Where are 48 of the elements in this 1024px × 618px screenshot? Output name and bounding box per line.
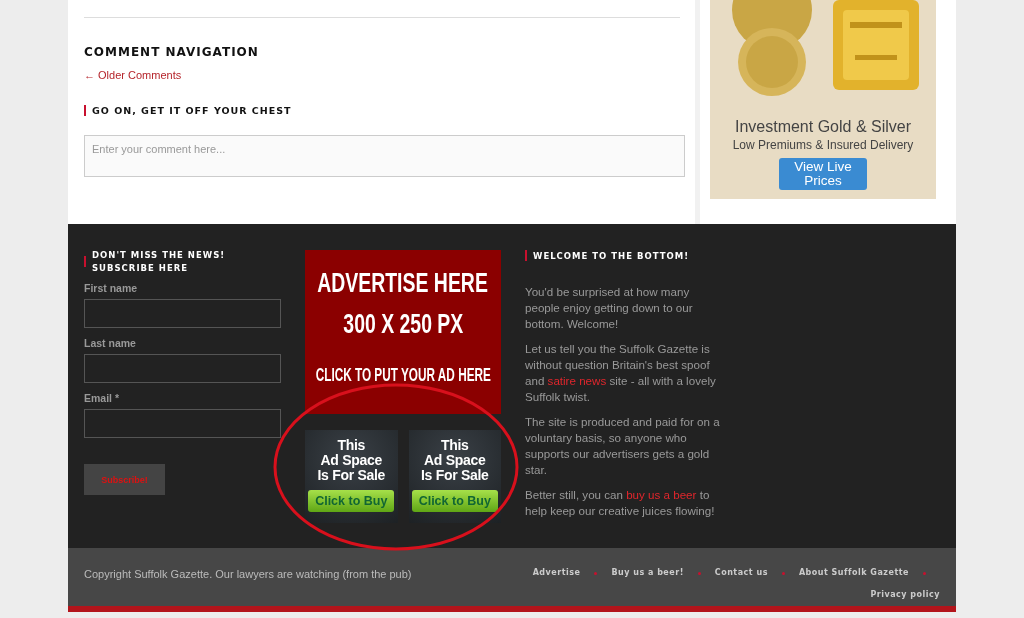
banner-caption: CLICK TO PUT YOUR AD HERE	[315, 364, 491, 386]
view-prices-button[interactable]: View Live Prices	[779, 158, 867, 190]
bullet-icon	[781, 572, 785, 575]
paragraph: Let us tell you the Suffolk Gazette is without question Britain's best spoof and satire news site - all with a lovely Suffolk twist.	[525, 341, 717, 405]
buy-button[interactable]: Click to Buy	[411, 490, 498, 512]
footer-link[interactable]: Advertise	[532, 568, 581, 584]
advert-text: Ad Space	[424, 453, 486, 468]
bullet-icon	[697, 572, 701, 575]
footer-heading: SUBSCRIBE HERE	[92, 263, 190, 273]
bullet-icon	[594, 572, 598, 575]
input-field[interactable]	[84, 354, 281, 383]
input-field[interactable]	[84, 299, 281, 328]
heading-marker	[525, 250, 527, 261]
heading-marker	[84, 256, 86, 267]
heading-marker	[84, 105, 86, 116]
footer-link[interactable]: About Suffolk Gazette	[798, 568, 909, 584]
copyright-text: Copyright Suffolk Gazette. Our lawyers are watching (from the pub)	[84, 568, 412, 582]
field-label: First name	[84, 282, 139, 294]
text-link[interactable]: satire news	[547, 374, 607, 387]
advert-text: Is For Sale	[421, 468, 489, 483]
footer-heading: WELCOME TO THE BOTTOM!	[533, 250, 689, 261]
banner-size: 300 X 250 PX	[343, 309, 463, 340]
footer-link[interactable]: Buy us a beer!	[611, 568, 684, 584]
advert-banner[interactable]: ADVERTISE HERE 300 X 250 PX CLICK TO PUT YOUR AD HERE	[305, 250, 501, 414]
section-heading: COMMENT NAVIGATION	[84, 45, 260, 59]
field-label: Email *	[84, 392, 121, 404]
footer-link[interactable]: Privacy policy	[870, 590, 940, 606]
bullion-advert[interactable]: Investment Gold & Silver Low Premiums & Insured Delivery View Live Prices	[710, 0, 936, 199]
paragraph: You'd be surprised at how many people enjoy getting down to our bottom. Welcome!	[525, 284, 694, 332]
banner-heading: ADVERTISE HERE	[317, 268, 489, 299]
paragraph: Better still, you can buy us a beer to help keep our creative juices flowing!	[525, 487, 716, 519]
text-link[interactable]: buy us a beer	[626, 488, 697, 501]
advert-text: Ad Space	[320, 453, 382, 468]
advert-text: This	[440, 438, 469, 453]
advert-text: This	[337, 438, 366, 453]
advert-heading: Investment Gold & Silver	[734, 118, 912, 136]
field-label: Last name	[84, 337, 137, 349]
input-field[interactable]	[84, 409, 281, 438]
advert-text: Is For Sale	[317, 468, 385, 483]
footer-link[interactable]: Contact us	[714, 568, 768, 584]
paragraph: The site is produced and paid for on a voluntary basis, so anyone who supports our advertisers gets a gold star.	[525, 414, 721, 478]
bullet-icon	[923, 572, 926, 575]
footer-heading: DON'T MISS THE NEWS!	[92, 250, 226, 260]
buy-button[interactable]: Click to Buy	[308, 490, 395, 512]
older-comments-link[interactable]: ← Older Comments	[84, 69, 182, 81]
section-heading: GO ON, GET IT OFF YOUR CHEST	[92, 105, 292, 116]
comment-field[interactable]: Enter your comment here...	[84, 135, 685, 177]
advert-subheading: Low Premiums & Insured Delivery	[732, 138, 914, 152]
